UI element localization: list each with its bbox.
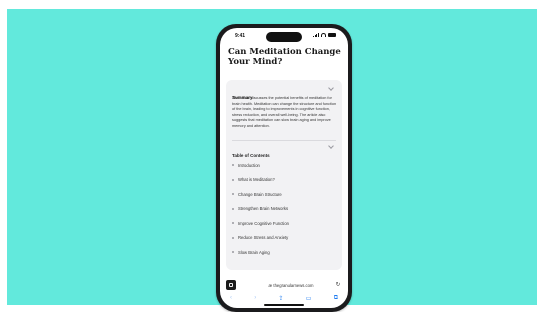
bullet-icon bbox=[232, 164, 234, 167]
bullet-icon bbox=[232, 222, 234, 225]
status-icons bbox=[313, 33, 336, 37]
divider bbox=[232, 140, 336, 141]
toc-list: Introduction What is Meditation? Change … bbox=[232, 158, 336, 260]
bullet-icon bbox=[232, 193, 234, 196]
chevron-down-icon[interactable] bbox=[328, 85, 334, 91]
chevron-down-icon[interactable] bbox=[328, 143, 334, 149]
bullet-icon bbox=[232, 251, 234, 254]
forward-icon[interactable]: › bbox=[254, 295, 256, 301]
back-icon[interactable]: ‹ bbox=[230, 295, 232, 301]
toc-item[interactable]: Slow Brain Aging bbox=[232, 245, 336, 260]
toc-item-label: Improve Cognitive Function bbox=[238, 220, 289, 226]
home-indicator bbox=[264, 304, 304, 306]
tabs-icon[interactable]: ⧉ bbox=[334, 295, 338, 302]
article-title: Can Meditation Change Your Mind? bbox=[228, 48, 341, 67]
toc-item-label: Strengthen Brain Networks bbox=[238, 206, 289, 212]
bullet-icon bbox=[232, 178, 234, 181]
status-bar: 9:41 bbox=[220, 28, 348, 44]
toc-item-label: Slow Brain Aging bbox=[238, 249, 270, 255]
wifi-icon bbox=[321, 33, 326, 37]
signal-icon bbox=[313, 33, 319, 37]
bookmarks-icon[interactable]: ▭ bbox=[306, 295, 312, 302]
toc-item-label: What is Meditation? bbox=[238, 177, 275, 183]
phone-frame: 9:41 Can Meditation Change Your Mind? Su… bbox=[216, 24, 352, 312]
toc-item-label: Change Brain Structure bbox=[238, 191, 282, 197]
status-time: 9:41 bbox=[235, 33, 246, 39]
bullet-icon bbox=[232, 207, 234, 210]
toc-item[interactable]: Introduction bbox=[232, 158, 336, 173]
toc-item[interactable]: Change Brain Structure bbox=[232, 187, 336, 202]
backdrop: 9:41 Can Meditation Change Your Mind? Su… bbox=[7, 9, 537, 312]
summary-header[interactable]: Summary bbox=[232, 85, 336, 100]
url-text[interactable]: æ thegranularnews.com bbox=[248, 283, 334, 288]
article-view[interactable]: Can Meditation Change Your Mind? Summary… bbox=[220, 48, 348, 280]
battery-icon bbox=[328, 33, 336, 37]
toc-item-label: Reduce Stress and Anxiety bbox=[238, 235, 289, 241]
toc-item[interactable]: Reduce Stress and Anxiety bbox=[232, 231, 336, 246]
toc-item[interactable]: Improve Cognitive Function bbox=[232, 216, 336, 231]
address-bar[interactable]: æ thegranularnews.com ↻ bbox=[226, 279, 342, 291]
toc-item-label: Introduction bbox=[238, 162, 260, 168]
browser-toolbar: ‹ › ⇪ ▭ ⧉ bbox=[226, 293, 342, 303]
share-icon[interactable]: ⇪ bbox=[279, 295, 284, 302]
reload-icon[interactable]: ↻ bbox=[334, 282, 342, 288]
summary-text: The article discusses the potential bene… bbox=[232, 96, 337, 128]
bullet-icon bbox=[232, 236, 234, 239]
dynamic-island bbox=[266, 32, 302, 42]
toc-item[interactable]: Strengthen Brain Networks bbox=[232, 202, 336, 217]
phone-screen: 9:41 Can Meditation Change Your Mind? Su… bbox=[220, 28, 348, 308]
summary-card: Summary The article discusses the potent… bbox=[226, 80, 342, 270]
toc-item[interactable]: What is Meditation? bbox=[232, 173, 336, 188]
reader-mode-icon[interactable] bbox=[226, 280, 236, 290]
toc-header[interactable]: Table of Contents bbox=[232, 143, 336, 158]
